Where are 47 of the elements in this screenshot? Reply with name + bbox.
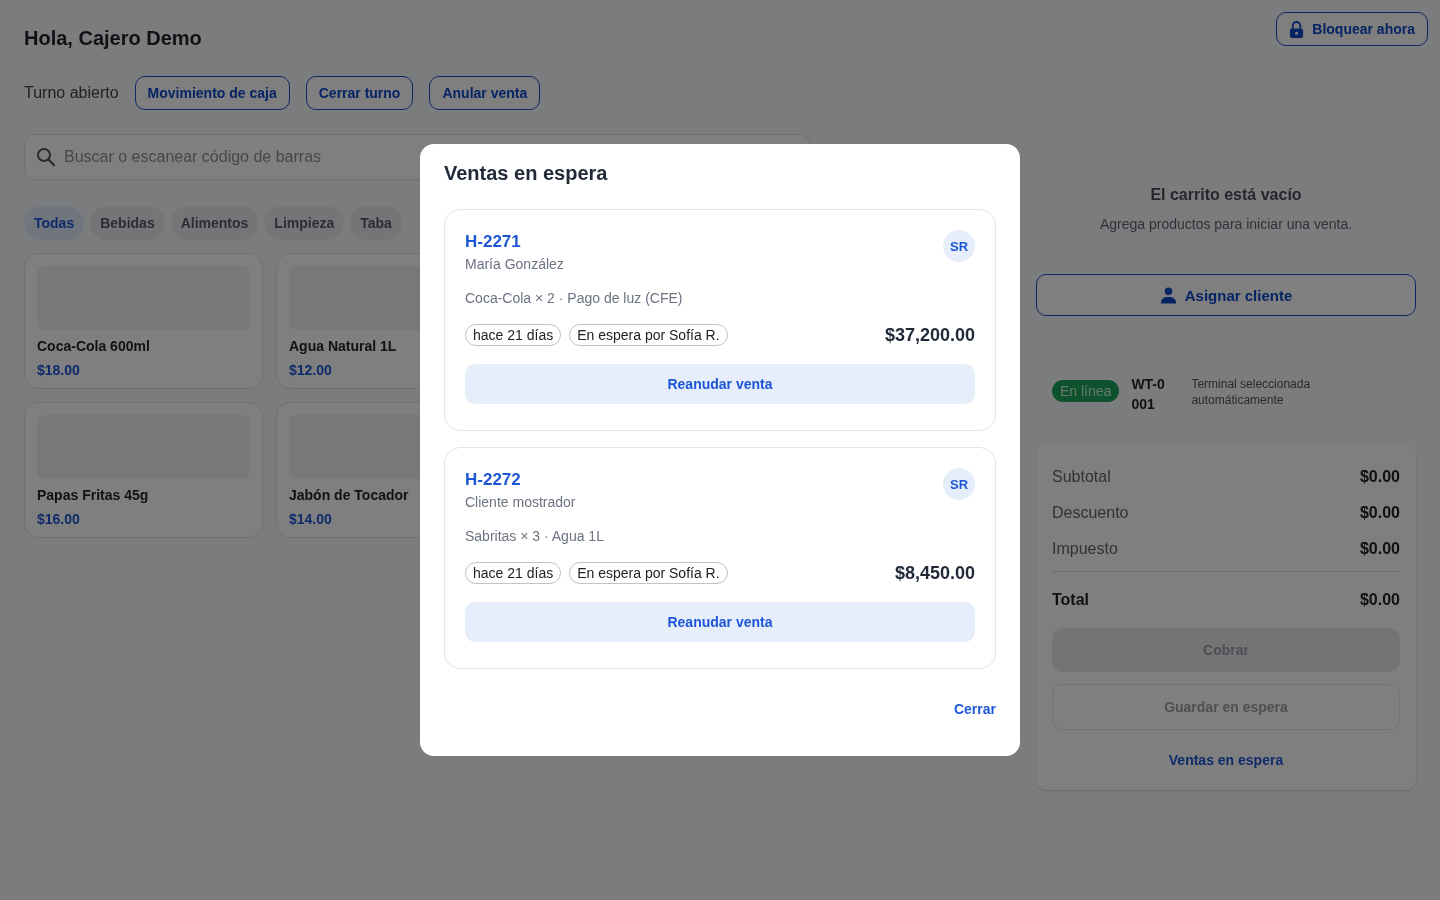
resume-sale-button[interactable]: Reanudar venta <box>465 364 975 404</box>
summary-value: $0.00 <box>1359 540 1400 558</box>
empty-cart-hint: Agrega productos para iniciar una venta. <box>1098 216 1354 232</box>
summary-value: $0.00 <box>1359 504 1400 522</box>
category-chip[interactable]: Limpieza <box>264 206 345 240</box>
product-name: Agua Natural 1L <box>289 338 397 354</box>
shift-action-button[interactable]: Movimiento de caja <box>134 76 290 110</box>
person-icon <box>1159 286 1177 304</box>
user-avatar: SR <box>943 468 975 500</box>
product-price: $16.00 <box>37 511 80 527</box>
shift-action-button[interactable]: Anular venta <box>429 76 541 110</box>
category-chip[interactable]: Taba <box>350 206 402 240</box>
greeting-title: Hola, Cajero Demo <box>24 27 202 50</box>
lock-icon <box>1289 20 1305 38</box>
product-price: $12.00 <box>289 362 332 378</box>
terminal-note: Terminal seleccionada automáticamente <box>1191 376 1312 408</box>
product-name: Jabón de Tocador <box>289 487 409 503</box>
sale-id: H-2271 <box>465 232 522 252</box>
held-sales-link[interactable]: Ventas en espera <box>1168 752 1284 768</box>
product-price: $14.00 <box>289 511 332 527</box>
product-card[interactable]: Papas Fritas 45g $16.00 <box>24 402 263 538</box>
terminal-id: WT-0001 <box>1131 375 1166 414</box>
product-name: Papas Fritas 45g <box>37 487 149 503</box>
category-chip[interactable]: Bebidas <box>90 206 165 240</box>
product-card[interactable]: Coca-Cola 600ml $18.00 <box>24 253 263 389</box>
total-label: Total <box>1052 591 1090 609</box>
lock-button[interactable]: Bloquear ahora <box>1276 12 1428 46</box>
summary-label: Impuesto <box>1052 540 1118 558</box>
summary-label: Descuento <box>1052 504 1129 522</box>
connection-badge: En línea <box>1052 380 1120 402</box>
total-value: $0.00 <box>1359 591 1400 609</box>
close-button[interactable]: Cerrar <box>953 695 996 723</box>
user-avatar: SR <box>943 230 975 262</box>
shift-status: Turno abierto <box>24 84 119 102</box>
assign-customer-button[interactable]: Asignar cliente <box>1036 274 1416 316</box>
product-name: Coca-Cola 600ml <box>37 338 150 354</box>
sale-total: $37,200.00 <box>884 324 975 346</box>
product-price: $18.00 <box>37 362 80 378</box>
resume-sale-button[interactable]: Reanudar venta <box>465 602 975 642</box>
category-chip[interactable]: Todas <box>24 206 85 240</box>
shift-action-button[interactable]: Cerrar turno <box>305 76 414 110</box>
summary-label: Subtotal <box>1052 468 1111 486</box>
search-icon <box>36 147 56 167</box>
category-chip[interactable]: Alimentos <box>170 206 259 240</box>
sale-total: $8,450.00 <box>894 562 975 584</box>
empty-cart-title: El carrito está vacío <box>1149 186 1303 204</box>
summary-value: $0.00 <box>1359 468 1400 486</box>
